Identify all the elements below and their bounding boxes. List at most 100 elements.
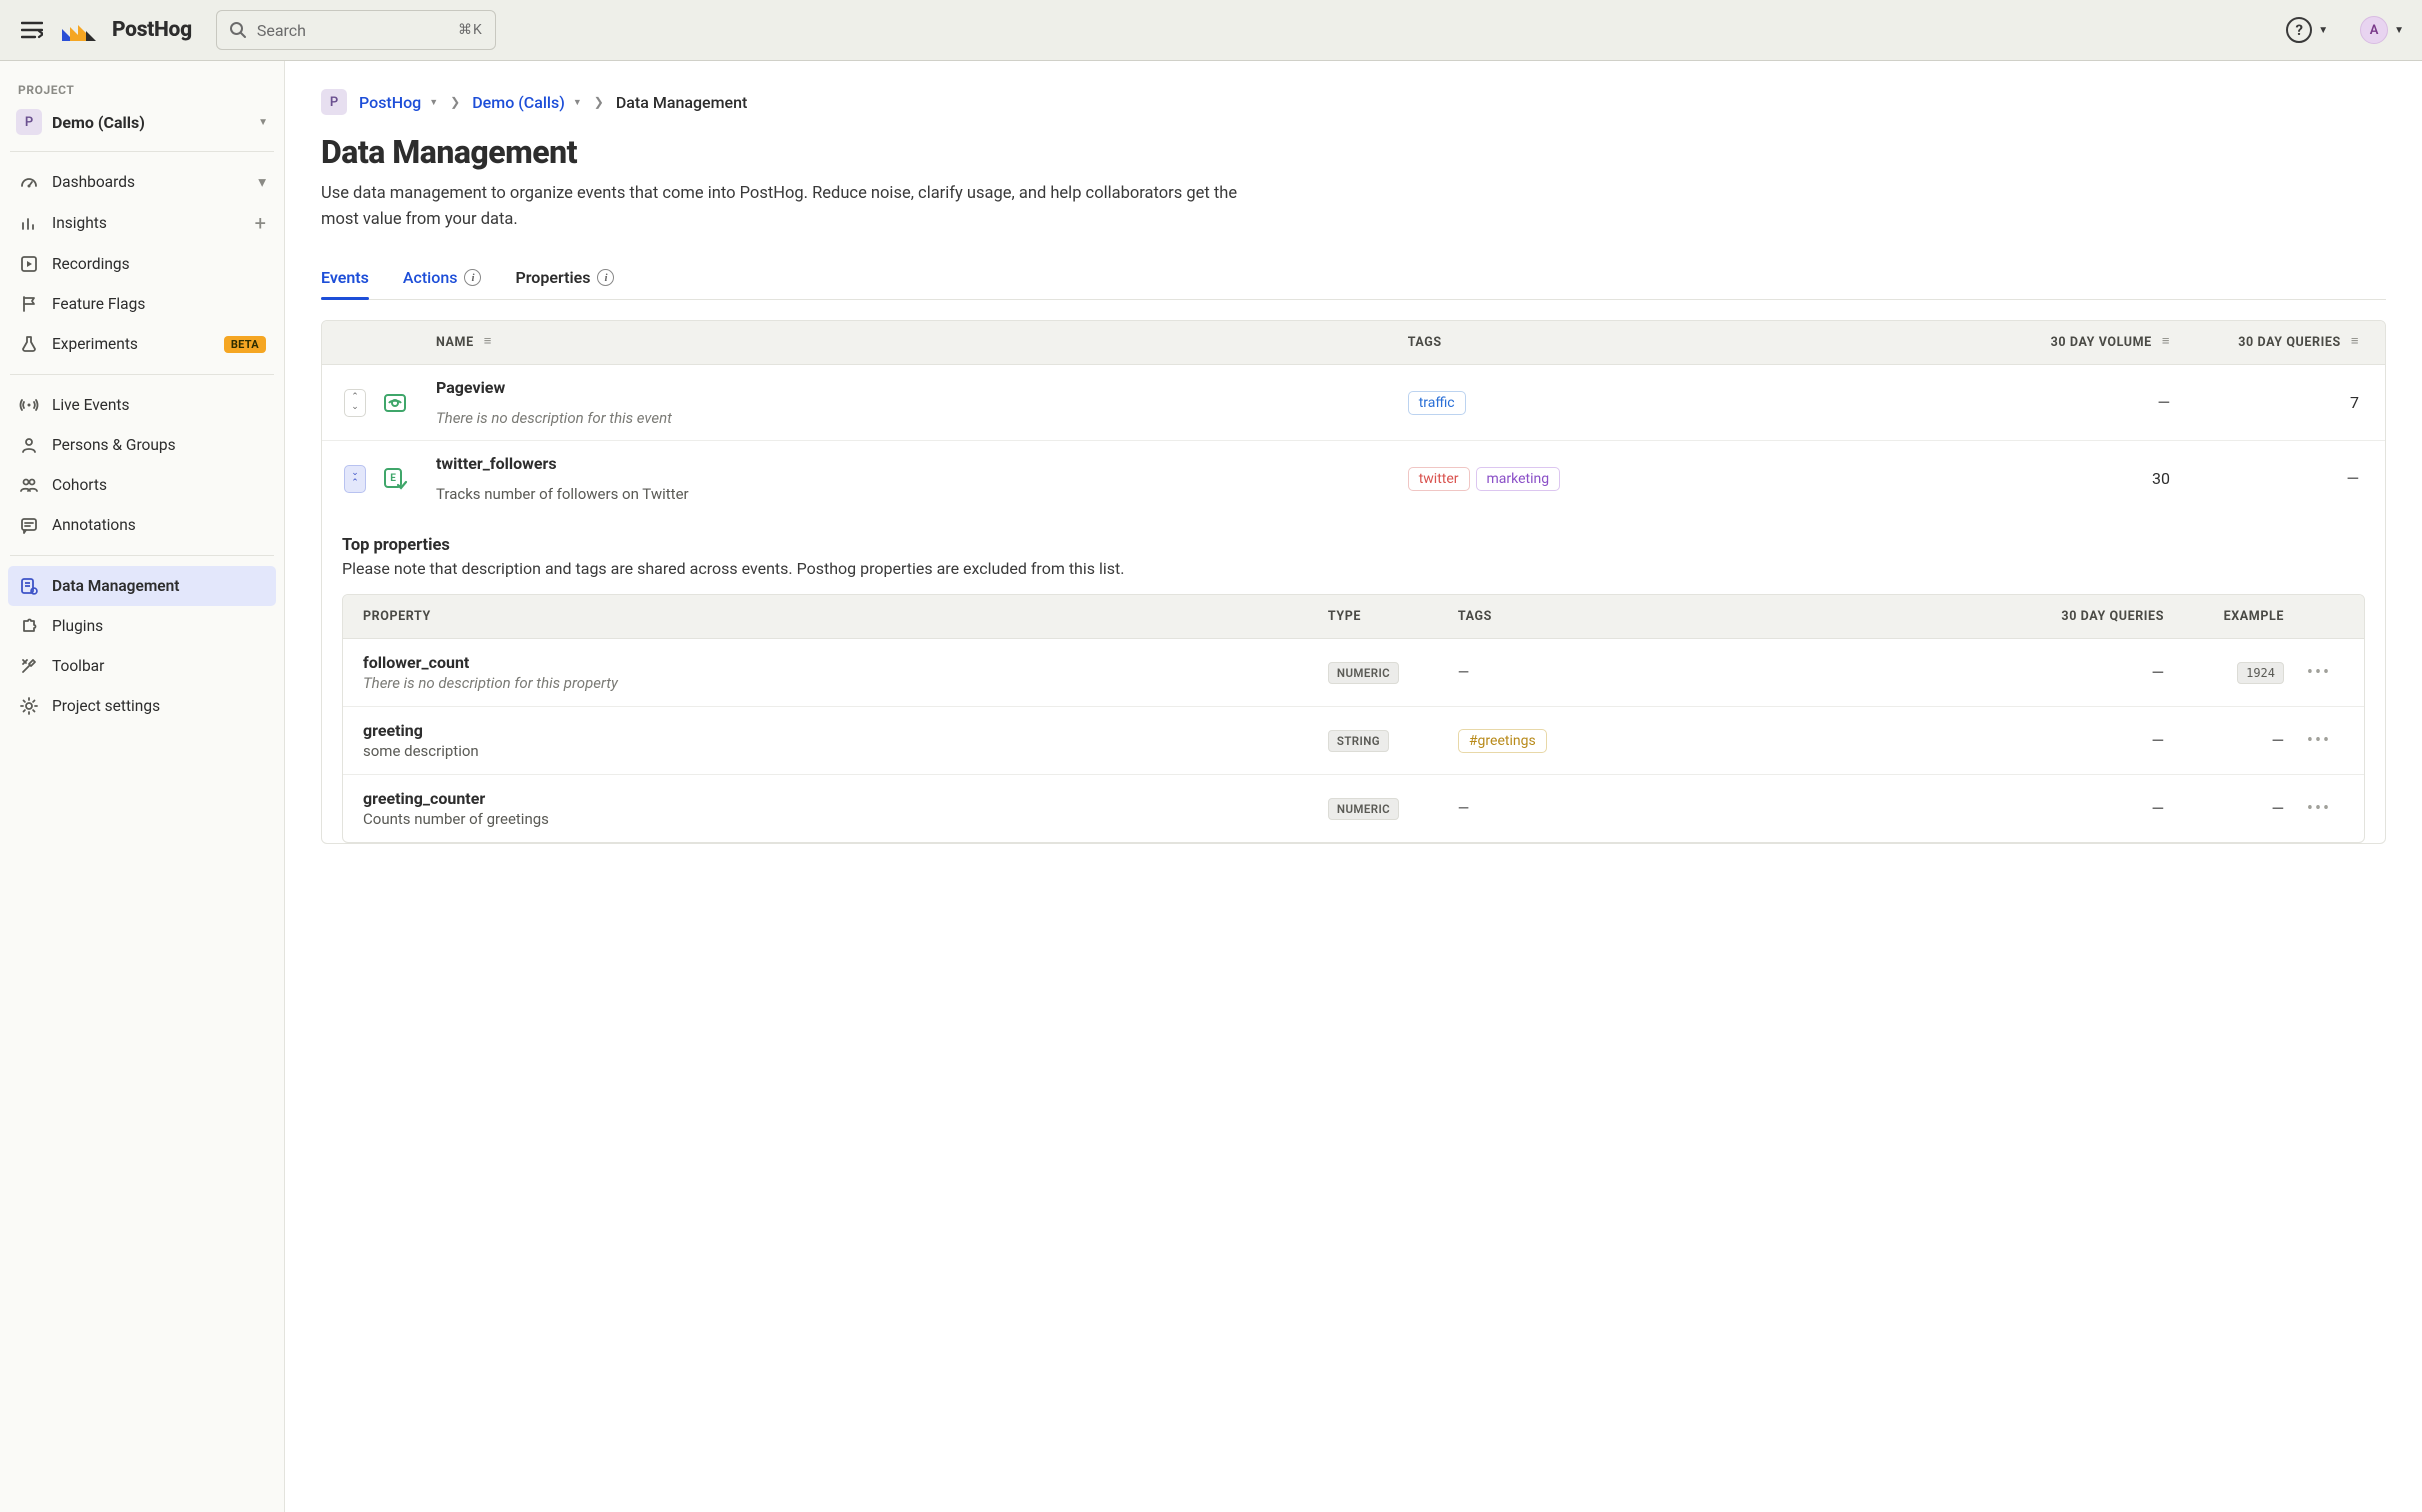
user-menu[interactable]: A ▼ xyxy=(2360,16,2404,44)
datamgmt-icon xyxy=(18,575,40,597)
divider xyxy=(10,151,274,152)
search-input[interactable]: Search ⌘K xyxy=(216,10,496,50)
tab-events[interactable]: Events xyxy=(321,260,369,299)
type-chip: NUMERIC xyxy=(1328,662,1399,684)
column-header-tags[interactable]: TAGS xyxy=(1408,335,2015,350)
beta-badge: BETA xyxy=(224,336,266,353)
event-queries: — xyxy=(2190,469,2385,488)
chevron-right-icon: ❯ xyxy=(594,95,604,109)
sidebar-item-toolbar[interactable]: Toolbar xyxy=(8,646,276,686)
column-header-example[interactable]: EXAMPLE xyxy=(2164,609,2294,624)
tab-actions[interactable]: Actionsi xyxy=(403,260,482,299)
chevron-down-icon: ▾ xyxy=(258,173,266,191)
chevron-down-icon: ▼ xyxy=(2394,25,2404,36)
property-name[interactable]: follower_count xyxy=(363,653,1328,672)
sidebar-item-dashboards[interactable]: Dashboards ▾ xyxy=(8,162,276,202)
info-icon: i xyxy=(464,269,481,286)
sidebar-item-insights[interactable]: Insights+ xyxy=(8,202,276,244)
sidebar-item-label: Annotations xyxy=(52,516,266,534)
tag-chip[interactable]: #greetings xyxy=(1458,729,1547,753)
tab-properties[interactable]: Propertiesi xyxy=(515,260,614,299)
chevron-down-icon: ▼ xyxy=(429,97,438,108)
chevron-right-icon: ❯ xyxy=(450,95,460,109)
column-header-queries[interactable]: 30 DAY QUERIES ≡ xyxy=(2190,335,2385,350)
page-title: Data Management xyxy=(321,133,2386,171)
sidebar-item-persons-groups[interactable]: Persons & Groups xyxy=(8,425,276,465)
property-name[interactable]: greeting_counter xyxy=(363,789,1328,808)
expand-toggle[interactable]: ⌄⌃ xyxy=(344,465,366,493)
tag-chip[interactable]: marketing xyxy=(1476,467,1561,491)
property-row: follower_countThere is no description fo… xyxy=(343,639,2364,707)
type-chip: STRING xyxy=(1328,730,1389,752)
divider xyxy=(10,555,274,556)
row-menu-button[interactable]: ••• xyxy=(2294,730,2344,751)
breadcrumb-project[interactable]: Demo (Calls) ▼ xyxy=(472,93,582,112)
event-name[interactable]: Pageview xyxy=(436,378,505,397)
tag-chip[interactable]: twitter xyxy=(1408,467,1470,491)
property-tags: #greetings xyxy=(1458,729,1994,753)
sort-icon: ≡ xyxy=(484,339,492,346)
search-placeholder: Search xyxy=(257,21,448,40)
event-volume: 30 xyxy=(2015,469,2190,488)
note-icon xyxy=(18,514,40,536)
property-tags: — xyxy=(1458,664,1994,681)
sidebar-item-label: Project settings xyxy=(52,697,266,715)
events-table-header: NAME ≡ TAGS 30 DAY VOLUME ≡ 30 DAY QUERI… xyxy=(322,321,2385,365)
sidebar-item-feature-flags[interactable]: Feature Flags xyxy=(8,284,276,324)
gear-icon xyxy=(18,695,40,717)
column-header-type[interactable]: TYPE xyxy=(1328,609,1458,624)
row-menu-button[interactable]: ••• xyxy=(2294,662,2344,683)
menu-toggle-icon[interactable] xyxy=(18,16,46,44)
sidebar-item-label: Recordings xyxy=(52,255,266,273)
property-row: greeting_counter Counts number of greetin… xyxy=(343,775,2364,842)
row-menu-button[interactable]: ••• xyxy=(2294,798,2344,819)
property-name[interactable]: greeting xyxy=(363,721,1328,740)
top-bar: PostHog Search ⌘K ? ▼ A ▼ xyxy=(0,0,2422,61)
column-header-volume[interactable]: 30 DAY VOLUME ≡ xyxy=(2015,335,2190,350)
sidebar-item-experiments[interactable]: ExperimentsBETA xyxy=(8,324,276,364)
signal-icon xyxy=(18,394,40,416)
sidebar-item-live-events[interactable]: Live Events xyxy=(8,385,276,425)
properties-table: PROPERTY TYPE TAGS 30 DAY QUERIES EXAMPL… xyxy=(342,594,2365,843)
breadcrumb: P PostHog ▼ ❯ Demo (Calls) ▼ ❯ Data Mana… xyxy=(321,89,2386,115)
sidebar-item-project-settings[interactable]: Project settings xyxy=(8,686,276,726)
sidebar-item-data-management[interactable]: Data Management xyxy=(8,566,276,606)
puzzle-icon xyxy=(18,615,40,637)
breadcrumb-current: Data Management xyxy=(616,93,748,112)
sidebar-item-label: Dashboards xyxy=(52,173,246,191)
column-header-queries[interactable]: 30 DAY QUERIES xyxy=(1994,609,2164,624)
tabs: Events Actionsi Propertiesi xyxy=(321,260,2386,300)
properties-table-header: PROPERTY TYPE TAGS 30 DAY QUERIES EXAMPL… xyxy=(343,595,2364,639)
detail-title: Top properties xyxy=(342,536,2365,555)
breadcrumb-org[interactable]: PostHog ▼ xyxy=(359,93,438,112)
eye-icon xyxy=(382,390,408,416)
property-row: greetingsome descriptionSTRING#greetings… xyxy=(343,707,2364,775)
event-description: Tracks number of followers on Twitter xyxy=(436,485,689,503)
column-header-property[interactable]: PROPERTY xyxy=(363,609,1328,624)
sidebar-item-recordings[interactable]: Recordings xyxy=(8,244,276,284)
column-header-name[interactable]: NAME ≡ xyxy=(432,335,1408,350)
project-selector[interactable]: P Demo (Calls) ▼ xyxy=(8,103,276,141)
event-name[interactable]: twitter_followers xyxy=(436,454,557,473)
plus-icon[interactable]: + xyxy=(255,211,266,235)
sort-icon: ≡ xyxy=(2351,339,2359,346)
sidebar-item-plugins[interactable]: Plugins xyxy=(8,606,276,646)
project-name: Demo (Calls) xyxy=(52,113,248,132)
events-table: NAME ≡ TAGS 30 DAY VOLUME ≡ 30 DAY QUERI… xyxy=(321,320,2386,844)
flag-icon xyxy=(18,293,40,315)
tools-icon xyxy=(18,655,40,677)
sidebar: PROJECT P Demo (Calls) ▼ Dashboards▾Insi… xyxy=(0,61,285,1512)
tag-chip[interactable]: traffic xyxy=(1408,391,1466,415)
property-example: — xyxy=(2164,799,2294,818)
expand-toggle[interactable]: ⌃⌄ xyxy=(344,389,366,417)
sidebar-item-annotations[interactable]: Annotations xyxy=(8,505,276,545)
logo-icon xyxy=(60,17,104,43)
brand-logo[interactable]: PostHog xyxy=(60,17,192,43)
column-header-tags[interactable]: TAGS xyxy=(1458,609,1994,624)
sidebar-item-label: Persons & Groups xyxy=(52,436,266,454)
event-row: ⌄⌃Etwitter_followersTracks number of fol… xyxy=(322,441,2385,516)
sidebar-item-cohorts[interactable]: Cohorts xyxy=(8,465,276,505)
help-menu[interactable]: ? ▼ xyxy=(2286,17,2328,43)
property-description: Counts number of greetings xyxy=(363,810,1328,828)
property-example: — xyxy=(2164,731,2294,750)
